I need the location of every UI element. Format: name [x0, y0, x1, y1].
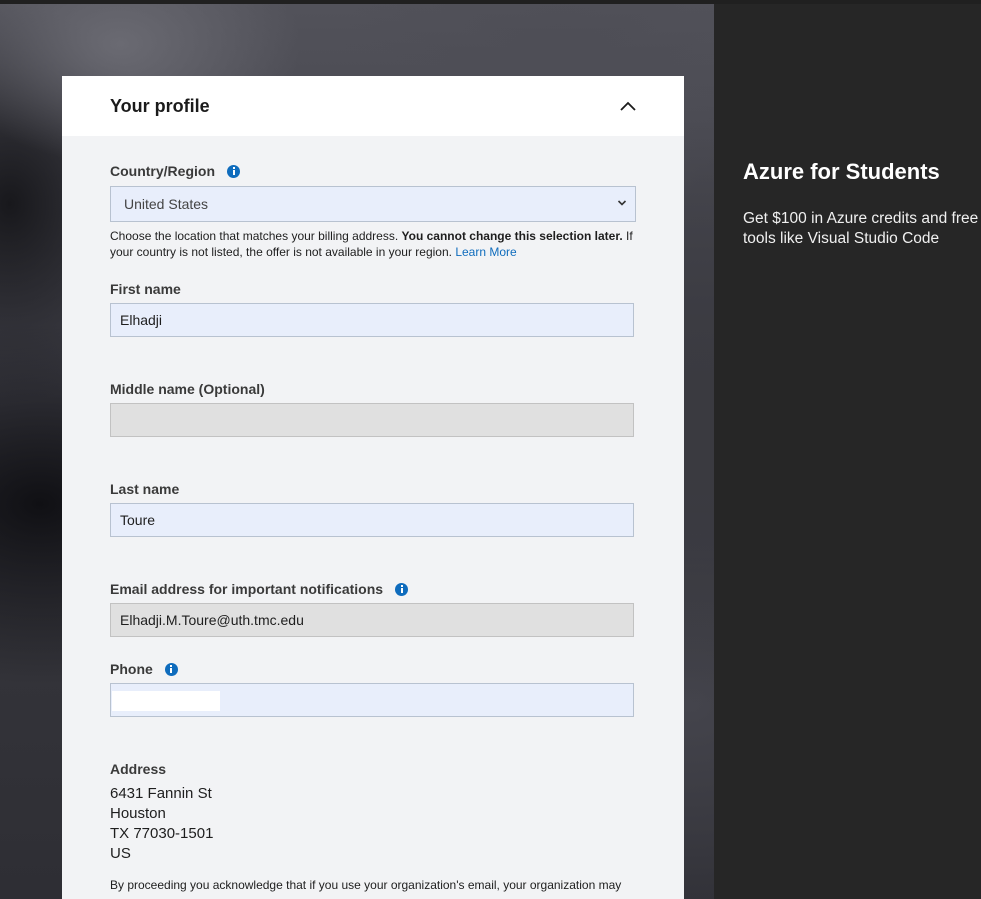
country-label-text: Country/Region: [110, 163, 215, 179]
middle-name-label-text: Middle name (Optional): [110, 381, 265, 397]
chevron-up-icon: [620, 101, 636, 111]
address-label: Address: [110, 761, 166, 777]
middle-name-input[interactable]: [110, 403, 634, 437]
email-label: Email address for important notification…: [110, 581, 409, 597]
first-name-label: First name: [110, 281, 181, 297]
country-select-value: United States: [124, 196, 209, 212]
profile-card-header[interactable]: Your profile: [62, 76, 684, 136]
first-name-label-text: First name: [110, 281, 181, 297]
last-name-input[interactable]: Toure: [110, 503, 634, 537]
phone-redaction: [112, 691, 220, 711]
address-line-street: 6431 Fannin St: [110, 785, 212, 802]
info-icon[interactable]: [164, 662, 178, 676]
info-icon[interactable]: [227, 164, 240, 178]
learn-more-link[interactable]: Learn More: [455, 245, 516, 259]
help-text-prefix: Choose the location that matches your bi…: [110, 229, 402, 243]
info-icon[interactable]: [395, 582, 409, 596]
address-line-country: US: [110, 845, 131, 862]
country-label: Country/Region: [110, 163, 240, 179]
acknowledgement-text: By proceeding you acknowledge that if yo…: [110, 878, 622, 892]
profile-card: Your profile Country/Region United State…: [62, 76, 684, 899]
phone-label: Phone: [110, 661, 178, 677]
address-line-city: Houston: [110, 805, 166, 822]
country-select[interactable]: United States: [110, 186, 636, 222]
collapse-button[interactable]: [616, 94, 640, 118]
middle-name-label: Middle name (Optional): [110, 381, 265, 397]
last-name-label-text: Last name: [110, 481, 180, 497]
offer-panel: Azure for Students Get $100 in Azure cre…: [714, 4, 981, 899]
offer-title: Azure for Students: [743, 159, 940, 184]
email-field: Elhadji.M.Toure@uth.tmc.edu: [110, 603, 634, 637]
page-title: Your profile: [110, 96, 210, 116]
country-help-text: Choose the location that matches your bi…: [110, 228, 640, 260]
email-label-text: Email address for important notification…: [110, 581, 384, 597]
offer-description: Get $100 in Azure credits and free devel…: [743, 210, 981, 247]
chevron-down-icon: [617, 200, 627, 206]
last-name-label: Last name: [110, 481, 179, 497]
phone-label-text: Phone: [110, 661, 153, 677]
address-label-text: Address: [110, 761, 167, 777]
help-text-warning: You cannot change this selection later.: [401, 229, 623, 243]
first-name-input[interactable]: Elhadji: [110, 303, 634, 337]
address-line-state-zip: TX 77030-1501: [110, 825, 214, 842]
phone-input[interactable]: [110, 683, 634, 717]
